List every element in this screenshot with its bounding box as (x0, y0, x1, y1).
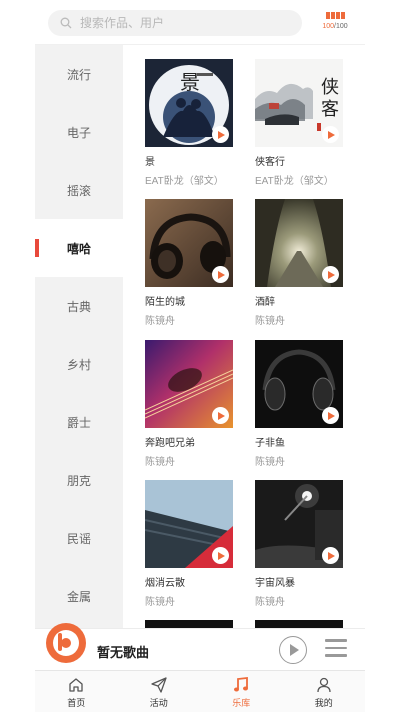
song-card[interactable]: 奔跑吧兄弟 陈镜舟 (145, 340, 235, 468)
tab-label: 首页 (67, 698, 86, 708)
home-icon (69, 678, 83, 692)
svg-text:客: 客 (321, 99, 339, 120)
song-title: 子非鱼 (255, 438, 285, 449)
tab-library[interactable]: 乐库 (200, 671, 283, 712)
send-icon (151, 677, 167, 693)
song-card[interactable]: 景 景 EAT卧龙（邹文） (145, 59, 235, 187)
song-artist: 陈镜舟 (255, 316, 285, 327)
album-cover[interactable] (145, 199, 233, 287)
song-artist: 陈镜舟 (255, 597, 285, 608)
sidebar-item-pop[interactable]: 流行 (35, 45, 123, 103)
tab-activity[interactable]: 活动 (118, 671, 201, 712)
header: 100/100 (35, 0, 365, 45)
play-icon[interactable] (212, 266, 229, 283)
song-title: 宇宙风暴 (255, 578, 295, 589)
song-artist: 陈镜舟 (145, 597, 175, 608)
tab-label: 活动 (149, 698, 168, 708)
album-cover[interactable] (255, 340, 343, 428)
music-note-icon (234, 676, 249, 692)
song-card[interactable]: 陌生的城 陈镜舟 (145, 199, 235, 327)
song-artist: EAT卧龙（邹文） (145, 176, 224, 187)
bottom-tab-bar: 首页 活动 乐库 我的 (35, 670, 365, 712)
song-card[interactable]: 侠 客 侠客行 EAT卧龙（邹文） (255, 59, 345, 187)
song-title: 烟消云散 (145, 578, 185, 589)
album-cover[interactable]: 侠 客 (255, 59, 343, 147)
album-cover[interactable] (255, 480, 343, 568)
search-icon (60, 17, 72, 29)
sidebar-item-rock[interactable]: 摇滚 (35, 161, 123, 219)
play-icon[interactable] (212, 126, 229, 143)
album-cover[interactable] (255, 199, 343, 287)
song-artist: EAT卧龙（邹文） (255, 176, 334, 187)
song-title: 酒醉 (255, 297, 275, 308)
music-library-screen: 100/100 流行 电子 摇滚 嘻哈 古典 乡村 爵士 朋克 民谣 金属 (35, 0, 365, 712)
song-card-partial (145, 620, 233, 628)
play-icon[interactable] (212, 407, 229, 424)
mini-player[interactable]: 暂无歌曲 (35, 623, 365, 670)
play-icon[interactable] (322, 547, 339, 564)
song-title: 侠客行 (255, 157, 285, 168)
song-artist: 陈镜舟 (145, 457, 175, 468)
sidebar-item-metal[interactable]: 金属 (35, 567, 123, 625)
song-artist: 陈镜舟 (255, 457, 285, 468)
song-card-partial (255, 620, 343, 628)
play-icon[interactable] (212, 547, 229, 564)
tab-mine[interactable]: 我的 (283, 671, 366, 712)
song-card[interactable]: 酒醉 陈镜舟 (255, 199, 345, 327)
sidebar-item-classical[interactable]: 古典 (35, 277, 123, 335)
search-bar[interactable] (48, 10, 302, 36)
playlist-icon[interactable] (325, 639, 347, 659)
genre-sidebar: 流行 电子 摇滚 嘻哈 古典 乡村 爵士 朋克 民谣 金属 (35, 45, 123, 628)
sidebar-item-punk[interactable]: 朋克 (35, 451, 123, 509)
song-artist: 陈镜舟 (145, 316, 175, 327)
tab-label: 乐库 (232, 698, 251, 708)
play-button[interactable] (279, 636, 307, 664)
battery-icon (322, 12, 348, 19)
play-icon[interactable] (322, 407, 339, 424)
tab-label: 我的 (314, 698, 333, 708)
album-cover[interactable] (145, 480, 233, 568)
song-title: 景 (145, 157, 155, 168)
sidebar-item-hiphop[interactable]: 嘻哈 (35, 219, 123, 277)
search-input[interactable] (80, 16, 280, 30)
song-grid: 景 景 EAT卧龙（邹文） 侠 客 侠客行 EAT卧龙（邹文） 陌生的城 陈镜舟… (123, 45, 365, 628)
battery-text: 100/100 (322, 23, 348, 30)
song-card[interactable]: 子非鱼 陈镜舟 (255, 340, 345, 468)
album-cover[interactable] (145, 340, 233, 428)
app-logo[interactable] (46, 623, 86, 663)
sidebar-item-country[interactable]: 乡村 (35, 335, 123, 393)
sidebar-item-electronic[interactable]: 电子 (35, 103, 123, 161)
now-playing-text: 暂无歌曲 (97, 645, 150, 660)
song-title: 奔跑吧兄弟 (145, 438, 195, 449)
sidebar-item-folk[interactable]: 民谣 (35, 509, 123, 567)
svg-text:侠: 侠 (321, 77, 339, 98)
song-card[interactable]: 宇宙风暴 陈镜舟 (255, 480, 345, 608)
sidebar-item-jazz[interactable]: 爵士 (35, 393, 123, 451)
play-icon[interactable] (322, 126, 339, 143)
play-icon[interactable] (322, 266, 339, 283)
album-cover[interactable]: 景 (145, 59, 233, 147)
tab-home[interactable]: 首页 (35, 671, 118, 712)
battery-indicator: 100/100 (322, 12, 348, 30)
song-title: 陌生的城 (145, 297, 185, 308)
song-card[interactable]: 烟消云散 陈镜舟 (145, 480, 235, 608)
user-icon (317, 677, 331, 693)
